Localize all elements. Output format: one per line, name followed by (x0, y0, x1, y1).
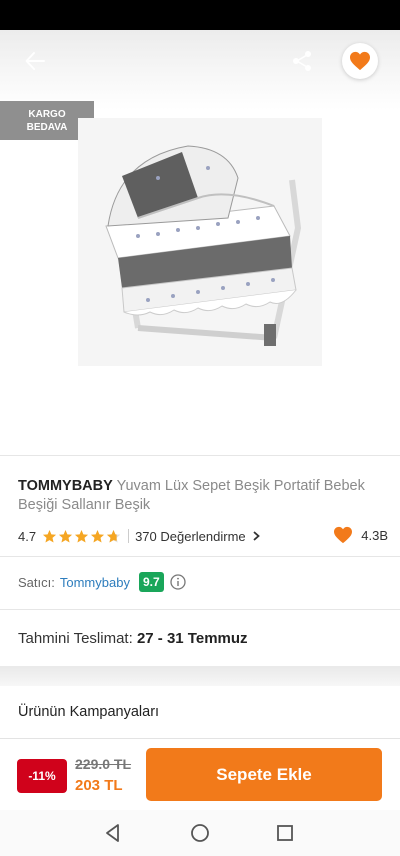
favorites-count: 4.3B (333, 526, 388, 544)
discount-badge: -11% (17, 759, 67, 793)
heart-icon (350, 51, 370, 71)
seller-name-link[interactable]: Tommybaby (60, 575, 130, 590)
chevron-right-icon (253, 531, 260, 541)
star-icon (43, 529, 57, 542)
favorites-value: 4.3B (361, 527, 388, 543)
star-icon (91, 529, 105, 542)
divider (0, 609, 400, 610)
share-icon (293, 51, 311, 71)
separator (128, 529, 130, 543)
rating-row: 4.7 370 Değerlendirme 4.3B (18, 526, 388, 546)
rating-value: 4.7 (18, 528, 37, 544)
delivery-label: Tahmini Teslimat: (18, 630, 133, 647)
favorite-button[interactable] (342, 43, 378, 79)
nav-home-icon[interactable] (190, 823, 210, 843)
delivery-estimate: Tahmini Teslimat: 27 - 31 Temmuz (18, 630, 248, 647)
status-bar (0, 0, 400, 30)
reviews-count: 370 Değerlendirme (135, 528, 246, 544)
seller-row: Satıcı: Tommybaby 9.7 (18, 571, 388, 593)
campaigns-title[interactable]: Ürünün Kampanyaları (18, 704, 159, 720)
nav-recents-icon[interactable] (276, 824, 294, 842)
rating-stars (42, 529, 122, 544)
product-title: TOMMYBABY Yuvam Lüx Sepet Beşik Portatif… (18, 477, 368, 515)
nav-back-icon[interactable] (103, 823, 123, 843)
back-button[interactable] (20, 44, 50, 78)
section-separator (0, 666, 400, 686)
seller-score-badge: 9.7 (138, 572, 164, 592)
product-detail-page: KARGO BEDAVA TOMMYBABY Yuvam Lüx Sepet B… (0, 0, 400, 856)
reviews-link[interactable]: 370 Değerlendirme (135, 529, 262, 544)
brand-name[interactable]: TOMMYBABY (18, 478, 113, 494)
arrow-left-icon (25, 52, 45, 70)
star-icon (59, 529, 73, 542)
share-button[interactable] (287, 44, 317, 78)
add-to-cart-button[interactable]: Sepete Ekle (146, 748, 382, 801)
star-icon (75, 529, 89, 542)
divider (0, 455, 400, 456)
heart-icon (334, 526, 353, 544)
delivery-dates: 27 - 31 Temmuz (136, 630, 248, 647)
current-price: 203 TL (75, 777, 123, 794)
info-icon[interactable] (169, 574, 186, 590)
divider (0, 556, 400, 557)
product-image (78, 118, 322, 366)
star-half-icon (107, 529, 121, 542)
seller-label: Satıcı: (18, 574, 55, 590)
old-price: 229.0 TL (75, 756, 132, 772)
